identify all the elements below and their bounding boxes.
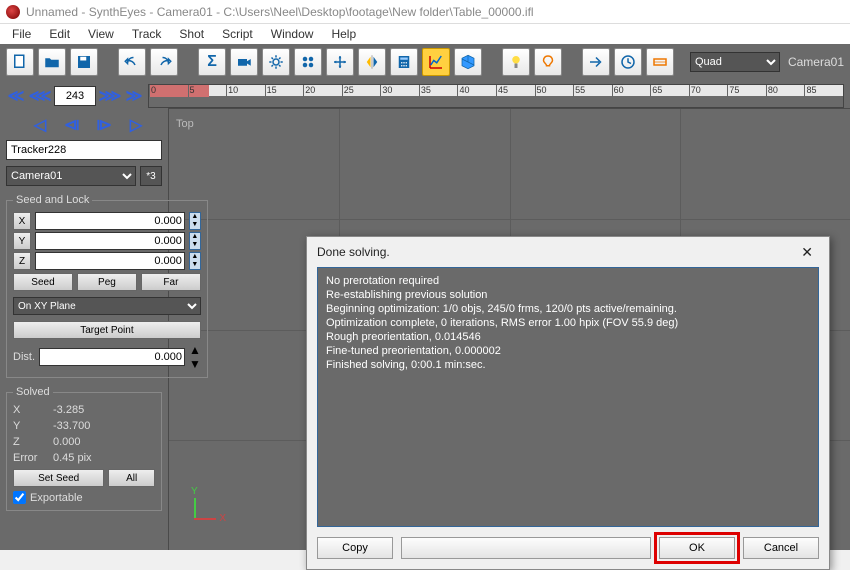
next-key-icon[interactable]: ⋙	[100, 86, 120, 106]
dist-input[interactable]	[39, 348, 185, 366]
redo-icon[interactable]	[150, 48, 178, 76]
app-icon	[6, 5, 20, 19]
trackers-icon[interactable]	[294, 48, 322, 76]
z-label: Z	[13, 252, 31, 270]
sync-icon[interactable]	[646, 48, 674, 76]
far-button[interactable]: Far	[141, 273, 201, 291]
gear-icon[interactable]	[262, 48, 290, 76]
menu-file[interactable]: File	[4, 25, 39, 43]
target-point-button[interactable]: Target Point	[13, 321, 201, 339]
solved-legend: Solved	[13, 386, 53, 398]
main-toolbar: Σ Quad Camera01	[0, 44, 850, 80]
solve-dialog: Done solving. ✕ No prerotation required …	[306, 236, 830, 570]
step-back-icon[interactable]: ◁	[30, 115, 50, 135]
calc-icon[interactable]	[390, 48, 418, 76]
summary-icon[interactable]: Σ	[198, 48, 226, 76]
graph-icon[interactable]	[422, 48, 450, 76]
seed-lock-group: Seed and Lock X ▲▼ Y ▲▼ Z ▲▼ Seed Peg Far O…	[6, 194, 208, 378]
seed-button[interactable]: Seed	[13, 273, 73, 291]
dialog-spacer	[401, 537, 651, 559]
new-icon[interactable]	[6, 48, 34, 76]
y-label: Y	[13, 232, 31, 250]
seed-x-input[interactable]	[35, 212, 185, 230]
exportable-check[interactable]: Exportable	[13, 491, 155, 504]
menu-script[interactable]: Script	[214, 25, 261, 43]
close-icon[interactable]: ✕	[795, 242, 819, 263]
step-fwd-icon[interactable]: ▷	[126, 115, 146, 135]
seed-z-input[interactable]	[35, 252, 185, 270]
coord-icon[interactable]	[326, 48, 354, 76]
save-icon[interactable]	[70, 48, 98, 76]
timeline-ruler[interactable]: 051015202530354045505560657075808590	[148, 84, 844, 108]
copy-button[interactable]: Copy	[317, 537, 393, 559]
menu-window[interactable]: Window	[263, 25, 322, 43]
undo-icon[interactable]	[118, 48, 146, 76]
forward-icon[interactable]: ≫	[124, 86, 144, 106]
plane-select[interactable]: On XY Plane	[13, 297, 201, 315]
prev-key-icon[interactable]: ⋘	[30, 86, 50, 106]
view-mode-select[interactable]: Quad	[690, 52, 780, 72]
axis-gizmo	[176, 498, 216, 538]
menu-view[interactable]: View	[80, 25, 122, 43]
open-icon[interactable]	[38, 48, 66, 76]
ok-button[interactable]: OK	[659, 537, 735, 559]
frame-input[interactable]	[54, 86, 96, 106]
clock-icon[interactable]	[614, 48, 642, 76]
play-back-icon[interactable]: ⧏	[62, 115, 82, 135]
peg-button[interactable]: Peg	[77, 273, 137, 291]
z-spinner[interactable]: ▲▼	[189, 252, 201, 270]
play-fwd-icon[interactable]: ⧐	[94, 115, 114, 135]
menu-shot[interactable]: Shot	[171, 25, 212, 43]
active-camera-label: Camera01	[788, 55, 844, 69]
camera-select[interactable]: Camera01	[6, 166, 136, 186]
camera-icon[interactable]	[230, 48, 258, 76]
light-icon[interactable]	[502, 48, 530, 76]
menu-track[interactable]: Track	[124, 25, 170, 43]
export-icon[interactable]	[582, 48, 610, 76]
menu-edit[interactable]: Edit	[41, 25, 78, 43]
set-seed-button[interactable]: Set Seed	[13, 469, 104, 487]
titlebar: Unnamed - SynthEyes - Camera01 - C:\User…	[0, 0, 850, 24]
viewport-label: Top	[172, 118, 198, 130]
render-icon[interactable]	[534, 48, 562, 76]
menubar: File Edit View Track Shot Script Window …	[0, 24, 850, 44]
workspace: Σ Quad Camera01 ≪ ⋘ ⋙ ≫ 0510152025303540…	[0, 44, 850, 550]
dialog-body: No prerotation required Re-establishing …	[317, 267, 819, 527]
rewind-icon[interactable]: ≪	[6, 86, 26, 106]
cancel-button[interactable]: Cancel	[743, 537, 819, 559]
x-spinner[interactable]: ▲▼	[189, 212, 201, 230]
y-spinner[interactable]: ▲▼	[189, 232, 201, 250]
flip-icon[interactable]	[358, 48, 386, 76]
solved-group: Solved X-3.285 Y-33.700 Z0.000 Error0.45…	[6, 386, 162, 511]
x-label: X	[13, 212, 31, 230]
side-panel: Camera01 *3 Seed and Lock X▲▼ Y▲▼ Z▲▼ Se…	[6, 140, 162, 519]
window-title: Unnamed - SynthEyes - Camera01 - C:\User…	[26, 5, 534, 19]
dist-label: Dist.	[13, 351, 35, 363]
menu-help[interactable]: Help	[323, 25, 364, 43]
tracker-name-input[interactable]	[6, 140, 162, 160]
seed-y-input[interactable]	[35, 232, 185, 250]
cube-icon[interactable]	[454, 48, 482, 76]
dist-spinner[interactable]: ▲▼	[189, 343, 201, 371]
ruler-active-range	[149, 85, 209, 97]
cam-suffix-button[interactable]: *3	[140, 166, 162, 186]
all-button[interactable]: All	[108, 469, 155, 487]
seed-lock-legend: Seed and Lock	[13, 194, 92, 206]
dialog-title: Done solving.	[317, 245, 390, 259]
